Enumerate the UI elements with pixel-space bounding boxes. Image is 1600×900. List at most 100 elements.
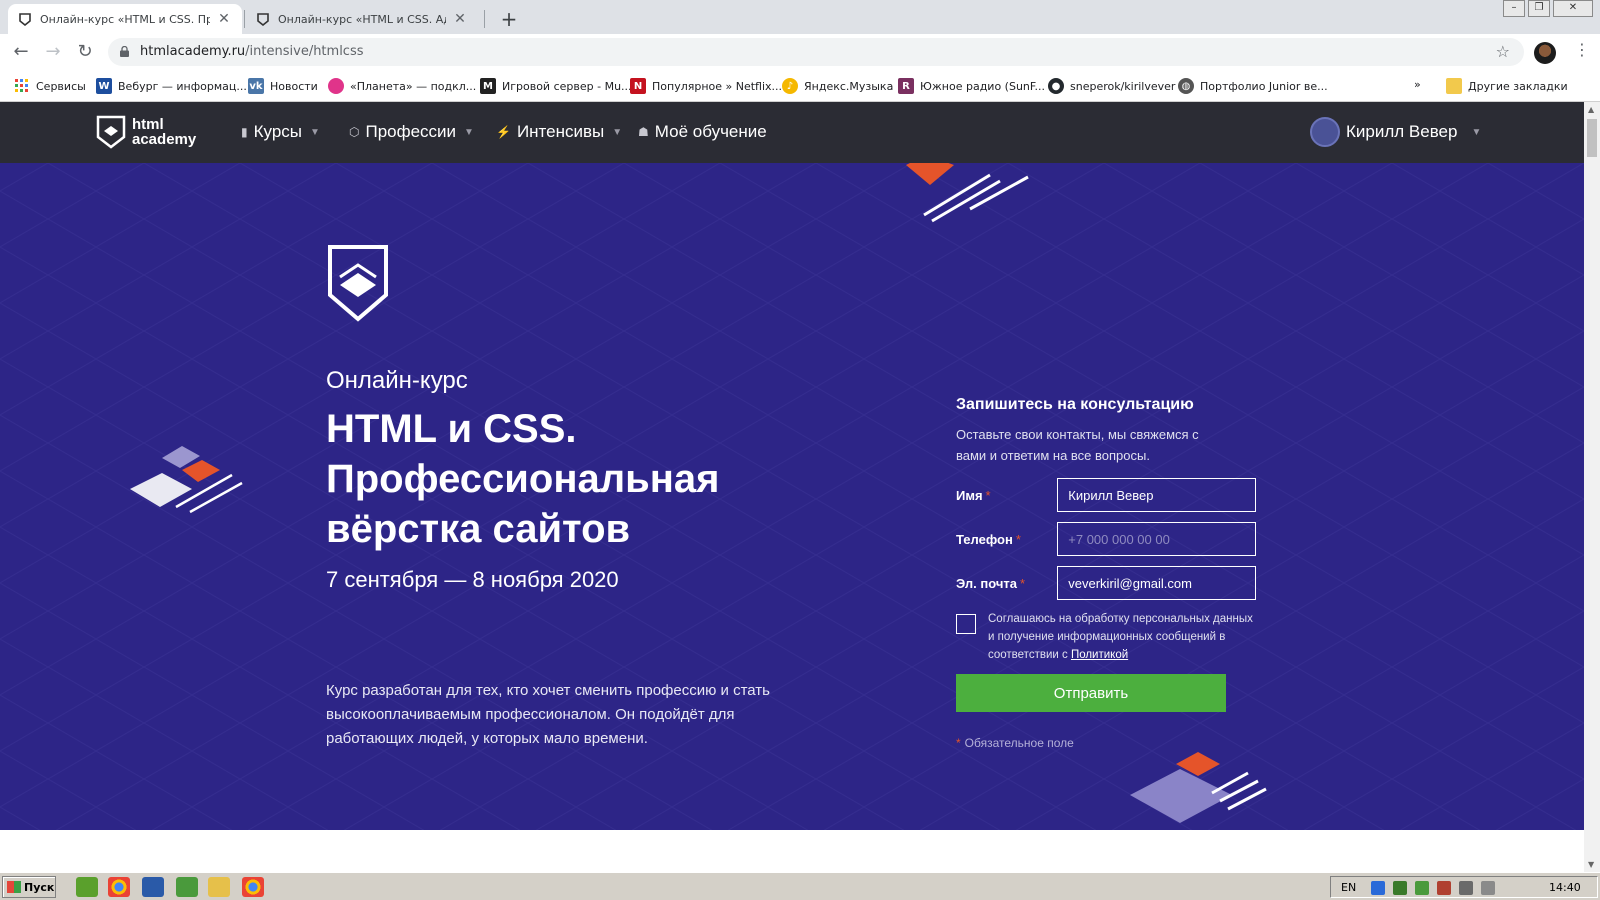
bookmarks-overflow-button[interactable]: »	[1414, 78, 1421, 91]
bookmark-label: Другие закладки	[1468, 79, 1568, 93]
form-lead: Оставьте свои контакты, мы свяжемся с ва…	[956, 427, 1199, 463]
restore-button[interactable]: ❐	[1528, 0, 1550, 17]
bookmark-portfolio[interactable]: ◍ Портфолио Junior ве...	[1178, 78, 1328, 94]
name-label-text: Имя	[956, 487, 983, 503]
hero-title: HTML и CSS. Профессиональная вёрстка сай…	[326, 404, 886, 554]
htmlacademy-favicon-icon	[256, 12, 270, 27]
email-input[interactable]	[1057, 566, 1256, 600]
forward-arrow-icon[interactable]: →	[42, 41, 64, 63]
tab-htmlcss-pro[interactable]: Онлайн-курс «HTML и CSS. Профес ✕	[8, 4, 242, 34]
submit-button[interactable]: Отправить	[956, 674, 1226, 712]
bookmark-label: Игровой сервер - Mu...	[502, 79, 632, 93]
academy-shield-icon	[96, 115, 126, 149]
bluetooth-icon[interactable]	[1371, 881, 1385, 895]
logo-text: html academy	[132, 117, 196, 147]
tab-close-icon[interactable]: ✕	[216, 11, 232, 27]
bookmark-veburg[interactable]: W Вебург — информац...	[96, 78, 247, 94]
bookmark-netflix[interactable]: N Популярное » Netflix...	[630, 78, 782, 94]
overflow-chevron-icon: »	[1414, 78, 1421, 91]
tab-separator	[484, 10, 485, 28]
required-mark: *	[1020, 575, 1026, 591]
nvidia-icon[interactable]	[1393, 881, 1407, 895]
minimize-button[interactable]: –	[1503, 0, 1525, 17]
chrome-icon[interactable]	[108, 877, 130, 897]
htmlacademy-logo[interactable]: html academy	[96, 114, 196, 150]
bookmark-github[interactable]: ● sneperok/kirilvever	[1048, 78, 1175, 94]
name-input[interactable]	[1057, 478, 1256, 512]
user-menu[interactable]: Кирилл Вевер ▼	[1310, 117, 1481, 147]
utorrent-icon[interactable]	[176, 877, 198, 897]
chevron-down-icon: ▼	[464, 126, 474, 138]
url-host: htmlacademy.ru	[140, 44, 246, 59]
logo-line-2: academy	[132, 131, 197, 148]
network-icon[interactable]	[1459, 881, 1473, 895]
bookmark-label: Новости	[270, 79, 318, 93]
start-button[interactable]: Пуск	[2, 876, 56, 898]
tab-title: Онлайн-курс «HTML и CSS. Адапти	[278, 12, 446, 26]
windows-flag-icon	[7, 881, 21, 893]
bookmark-planeta[interactable]: «Планета» — подкл...	[328, 78, 476, 94]
nav-courses[interactable]: ▮ Курсы ▼	[241, 122, 320, 142]
bookmark-star-icon[interactable]: ☆	[1496, 42, 1510, 61]
radio-icon: R	[898, 78, 914, 94]
tab-htmlcss-adaptive[interactable]: Онлайн-курс «HTML и CSS. Адапти ✕	[246, 4, 478, 34]
nav-label: Моё обучение	[654, 122, 767, 141]
bookmark-other[interactable]: Другие закладки	[1446, 78, 1568, 94]
bookmark-south-radio[interactable]: R Южное радио (SunF...	[898, 78, 1045, 94]
hero-subtitle: Онлайн-курс	[326, 367, 468, 394]
browser-toolbar: ← → ↻ htmlacademy.ru/intensive/htmlcss ☆…	[0, 34, 1600, 70]
app-window-icon[interactable]	[142, 877, 164, 897]
apps-grid-icon	[14, 78, 30, 94]
chrome-window-icon[interactable]	[242, 877, 264, 897]
phone-input[interactable]	[1057, 522, 1256, 556]
bookmark-services[interactable]: Сервисы	[14, 78, 86, 94]
folder-icon	[1446, 78, 1462, 94]
utorrent-tray-icon[interactable]	[1415, 881, 1429, 895]
nav-label: Курсы	[253, 122, 302, 141]
volume-icon[interactable]	[1481, 881, 1495, 895]
close-window-button[interactable]: ✕	[1553, 0, 1593, 17]
nav-professions[interactable]: ⬡ Профессии ▼	[349, 122, 474, 142]
email-field-row: Эл. почта *	[956, 566, 1256, 600]
consent-text: Соглашаюсь на обработку персональных дан…	[988, 610, 1256, 664]
m-icon: M	[480, 78, 496, 94]
bookmark-yandex-music[interactable]: ♪ Яндекс.Музыка	[782, 78, 893, 94]
browser-menu-icon[interactable]: ⋮	[1574, 40, 1590, 59]
email-label-text: Эл. почта	[956, 575, 1018, 591]
scroll-up-icon[interactable]: ▲	[1588, 105, 1594, 114]
reload-icon[interactable]: ↻	[74, 41, 96, 63]
bookmark-label: «Планета» — подкл...	[350, 79, 477, 93]
yandex-music-icon: ♪	[782, 78, 798, 94]
netflix-icon: N	[630, 78, 646, 94]
scroll-down-icon[interactable]: ▼	[1588, 860, 1594, 869]
scrollbar-thumb[interactable]	[1587, 119, 1597, 157]
page-scrollbar[interactable]: ▲ ▼	[1584, 102, 1600, 872]
language-indicator[interactable]: EN	[1341, 881, 1356, 894]
form-heading: Запишитесь на консультацию	[956, 396, 1194, 413]
quicklaunch-gear-icon[interactable]	[76, 877, 98, 897]
nav-my-learning[interactable]: ☗ Моё обучение	[638, 122, 767, 142]
nav-intensives[interactable]: ⚡ Интенсивы ▼	[496, 122, 622, 142]
bookmark-game-server[interactable]: M Игровой сервер - Mu...	[480, 78, 632, 94]
new-tab-button[interactable]: +	[496, 6, 522, 32]
windows-taskbar: Пуск EN 14:40	[0, 872, 1600, 900]
phone-label: Телефон *	[956, 532, 1057, 547]
name-label: Имя *	[956, 488, 1057, 503]
chevron-down-icon: ▼	[612, 126, 623, 138]
hat-icon: ⬡	[349, 125, 360, 139]
tray-app-icon[interactable]	[1437, 881, 1451, 895]
address-bar[interactable]: htmlacademy.ru/intensive/htmlcss ☆	[108, 38, 1524, 66]
back-arrow-icon[interactable]: ←	[10, 41, 32, 63]
required-field-note: * Обязательное поле	[956, 736, 1256, 750]
user-name: Кирилл Вевер	[1346, 122, 1458, 141]
required-note-text: Обязательное поле	[964, 736, 1074, 750]
explorer-folder-icon[interactable]	[208, 877, 230, 897]
bookmark-news[interactable]: vk Новости	[248, 78, 318, 94]
hero-title-line-3: вёрстка сайтов	[326, 507, 631, 551]
page-below-hero	[0, 830, 1584, 872]
profile-avatar[interactable]	[1534, 42, 1556, 64]
tab-close-icon[interactable]: ✕	[452, 11, 468, 27]
consent-checkbox[interactable]	[956, 614, 976, 634]
people-icon: ☗	[638, 125, 649, 139]
privacy-policy-link[interactable]: Политикой	[1071, 649, 1128, 661]
